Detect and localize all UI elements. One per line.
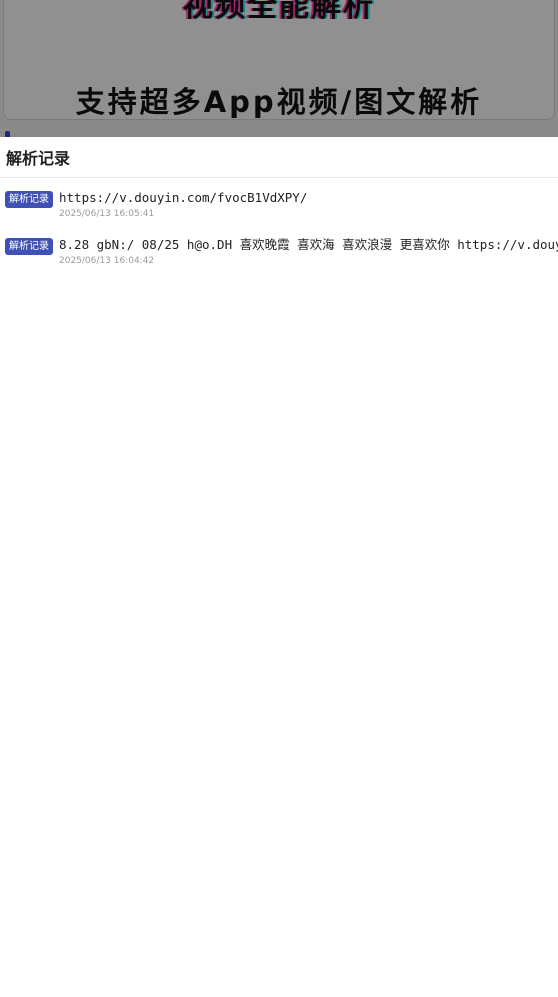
record-tag-badge: 解析记录 bbox=[5, 238, 53, 255]
banner-background: 视频全能解析 支持超多App视频/图文解析 bbox=[0, 0, 558, 137]
sheet-title: 解析记录 bbox=[6, 149, 71, 168]
record-item[interactable]: 解析记录 https://v.douyin.com/fvocB1VdXPY/ 2… bbox=[0, 181, 558, 225]
record-url[interactable]: 8.28 gbN:/ 08/25 h@o.DH 喜欢晚霞 喜欢海 喜欢浪漫 更喜… bbox=[59, 236, 558, 253]
app-screen: 视频全能解析 支持超多App视频/图文解析 解析记录 解析记录 https://… bbox=[0, 0, 558, 997]
history-sheet: 解析记录 解析记录 https://v.douyin.com/fvocB1VdX… bbox=[0, 137, 558, 997]
record-item[interactable]: 解析记录 8.28 gbN:/ 08/25 h@o.DH 喜欢晚霞 喜欢海 喜欢… bbox=[0, 228, 558, 272]
record-url[interactable]: https://v.douyin.com/fvocB1VdXPY/ bbox=[59, 189, 558, 206]
banner-title: 视频全能解析 bbox=[183, 0, 375, 24]
banner-subtitle: 支持超多App视频/图文解析 bbox=[75, 85, 483, 119]
banner-image: 视频全能解析 支持超多App视频/图文解析 bbox=[3, 0, 555, 120]
record-timestamp: 2025/06/13 16:05:41 bbox=[59, 209, 155, 219]
record-tag-badge: 解析记录 bbox=[5, 191, 53, 208]
record-timestamp: 2025/06/13 16:04:42 bbox=[59, 256, 155, 266]
sheet-header: 解析记录 bbox=[0, 137, 558, 178]
